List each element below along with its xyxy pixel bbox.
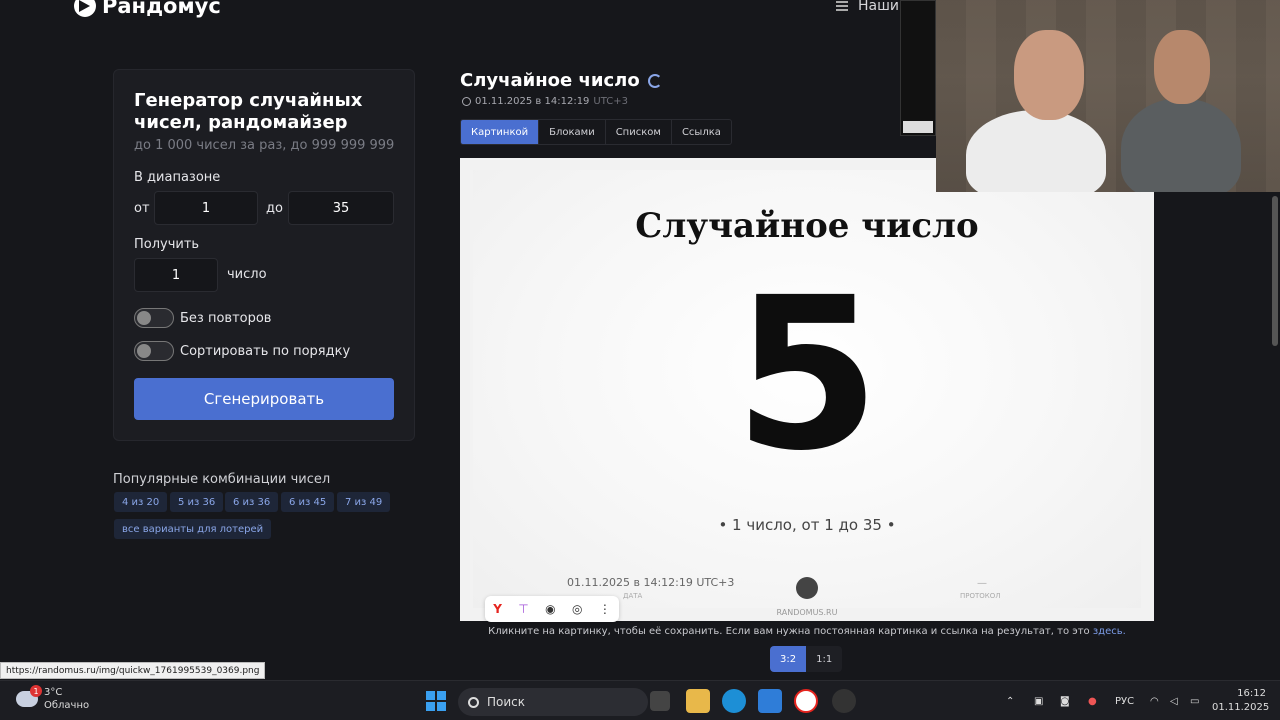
sort-toggle[interactable]: [134, 341, 174, 361]
image-toolbar: Y ⊤ ◉ ◎ ⋮: [485, 596, 619, 622]
result-date: 01.11.2025 в 14:12:19 UTC+3: [462, 96, 628, 107]
chip-6-of-45[interactable]: 6 из 45: [281, 492, 335, 512]
cloud-icon: 1: [16, 685, 42, 707]
image-date-label: ДАТА: [623, 592, 643, 600]
tab-link[interactable]: Ссылка: [672, 120, 731, 144]
volume-icon[interactable]: ◁: [1170, 681, 1178, 720]
yandex-browser-icon[interactable]: [794, 689, 818, 713]
person-left-body: [966, 110, 1106, 192]
tray-app-icon[interactable]: ▣: [1034, 681, 1043, 720]
menu-label: Наши: [858, 0, 900, 14]
tray-meet-icon[interactable]: ◙: [1060, 681, 1070, 720]
store-icon[interactable]: [758, 689, 782, 713]
logo-icon: [74, 0, 96, 17]
microphone-icon[interactable]: ●: [1088, 681, 1097, 720]
clock-time: 16:12: [1237, 688, 1266, 699]
ratio-3-2[interactable]: 3:2: [770, 646, 807, 672]
save-note-link[interactable]: здесь.: [1093, 626, 1126, 637]
chip-4-of-20[interactable]: 4 из 20: [114, 492, 168, 512]
image-date: 01.11.2025 в 14:12:19 UTC+3: [567, 576, 735, 589]
range-label: В диапазоне: [134, 170, 221, 185]
result-image[interactable]: Случайное число 5 • 1 число, от 1 до 35 …: [460, 158, 1154, 622]
result-title-text: Случайное число: [460, 70, 640, 91]
image-description: • 1 число, от 1 до 35 •: [718, 516, 896, 534]
taskbar-clock[interactable]: 16:12 01.11.2025: [1212, 687, 1270, 715]
logo-text: Рандомус: [102, 0, 221, 18]
weather-text: 3°C Облачно: [44, 686, 89, 712]
save-note-text: Кликните на картинку, чтобы её сохранить…: [488, 626, 1090, 637]
battery-icon[interactable]: ▭: [1190, 681, 1199, 720]
status-url: https://randomus.ru/img/quickw_176199553…: [0, 662, 266, 679]
ratio-1-1[interactable]: 1:1: [806, 646, 843, 672]
tray-chevron-icon[interactable]: ⌃: [1006, 681, 1014, 720]
image-protocol-value: —: [977, 578, 987, 589]
person-right-body: [1121, 98, 1241, 192]
site-logo[interactable]: Рандомус: [74, 0, 221, 18]
eye-icon[interactable]: ◉: [545, 602, 555, 616]
more-icon[interactable]: ⋮: [599, 602, 611, 616]
webcam-overlay: [936, 0, 1280, 192]
generate-button[interactable]: Сгенерировать: [134, 378, 394, 420]
no-repeat-label: Без повторов: [180, 311, 272, 326]
weather-desc: Облачно: [44, 700, 90, 711]
wifi-icon[interactable]: ◠: [1150, 681, 1159, 720]
chip-7-of-49[interactable]: 7 из 49: [337, 492, 391, 512]
weather-widget[interactable]: 1 3°C Облачно: [16, 685, 89, 712]
tab-image[interactable]: Картинкой: [461, 120, 540, 144]
language-indicator[interactable]: РУС: [1115, 681, 1134, 720]
taskbar-search[interactable]: Поиск: [458, 688, 648, 716]
menu-icon: [836, 1, 848, 11]
taskbar: 1 3°C Облачно Поиск ⌃ ▣ ◙ ● РУС ◠ ◁ ▭ 16…: [0, 680, 1280, 720]
camera-icon[interactable]: ◎: [572, 602, 582, 616]
image-number: 5: [733, 252, 881, 497]
page-scrollbar[interactable]: [1272, 196, 1278, 346]
small-window-thumbnail: [900, 0, 936, 136]
tab-blocks[interactable]: Блоками: [539, 120, 606, 144]
popular-title: Популярные комбинации чисел: [113, 472, 331, 487]
app-icon[interactable]: [832, 689, 856, 713]
translate-icon[interactable]: ⊤: [518, 602, 528, 616]
chip-all-lotteries[interactable]: все варианты для лотерей: [114, 519, 272, 539]
generator-subtitle: до 1 000 чисел за раз, до 999 999 999: [134, 138, 395, 153]
randomus-logo-icon: [796, 577, 818, 599]
no-repeat-toggle[interactable]: [134, 308, 174, 328]
weather-temp: 3°C: [44, 687, 63, 698]
generator-card: Генератор случайных чисел, рандомайзер д…: [113, 69, 415, 441]
result-title: Случайное число: [460, 70, 662, 91]
save-note: Кликните на картинку, чтобы её сохранить…: [460, 626, 1154, 637]
get-label: Получить: [134, 237, 200, 252]
sort-label: Сортировать по порядку: [180, 344, 351, 359]
task-view-icon[interactable]: [650, 691, 670, 711]
search-icon: [468, 696, 479, 708]
edge-icon[interactable]: [722, 689, 746, 713]
file-explorer-icon[interactable]: [686, 689, 710, 713]
count-input[interactable]: 1: [134, 258, 218, 292]
result-date-text: 01.11.2025 в 14:12:19: [475, 96, 590, 107]
clock-icon: [462, 97, 471, 106]
person-right-head: [1154, 30, 1210, 104]
search-placeholder: Поиск: [487, 695, 526, 709]
result-tabs: Картинкой Блоками Списком Ссылка: [460, 119, 732, 145]
image-title: Случайное число: [635, 206, 979, 246]
count-unit: число: [227, 267, 267, 282]
to-label: до: [266, 201, 283, 216]
yandex-icon[interactable]: Y: [493, 602, 502, 616]
chip-6-of-36[interactable]: 6 из 36: [225, 492, 279, 512]
weather-badge: 1: [30, 685, 42, 697]
tab-list[interactable]: Списком: [606, 120, 672, 144]
clock-date: 01.11.2025: [1212, 702, 1270, 713]
image-protocol-label: ПРОТОКОЛ: [960, 592, 1001, 600]
to-input[interactable]: 35: [288, 191, 394, 225]
person-left-head: [1014, 30, 1084, 120]
windows-start-icon[interactable]: [426, 691, 446, 711]
refresh-icon[interactable]: [647, 73, 662, 88]
chip-5-of-36[interactable]: 5 из 36: [170, 492, 224, 512]
from-label: от: [134, 201, 150, 216]
ratio-switch: 3:2 1:1: [770, 646, 843, 672]
result-timezone: UTC+3: [593, 96, 628, 107]
result-image-canvas: Случайное число 5 • 1 число, от 1 до 35 …: [473, 170, 1141, 622]
from-input[interactable]: 1: [154, 191, 258, 225]
menu-button[interactable]: Наши: [836, 0, 899, 14]
generator-title: Генератор случайных чисел, рандомайзер: [134, 90, 363, 133]
